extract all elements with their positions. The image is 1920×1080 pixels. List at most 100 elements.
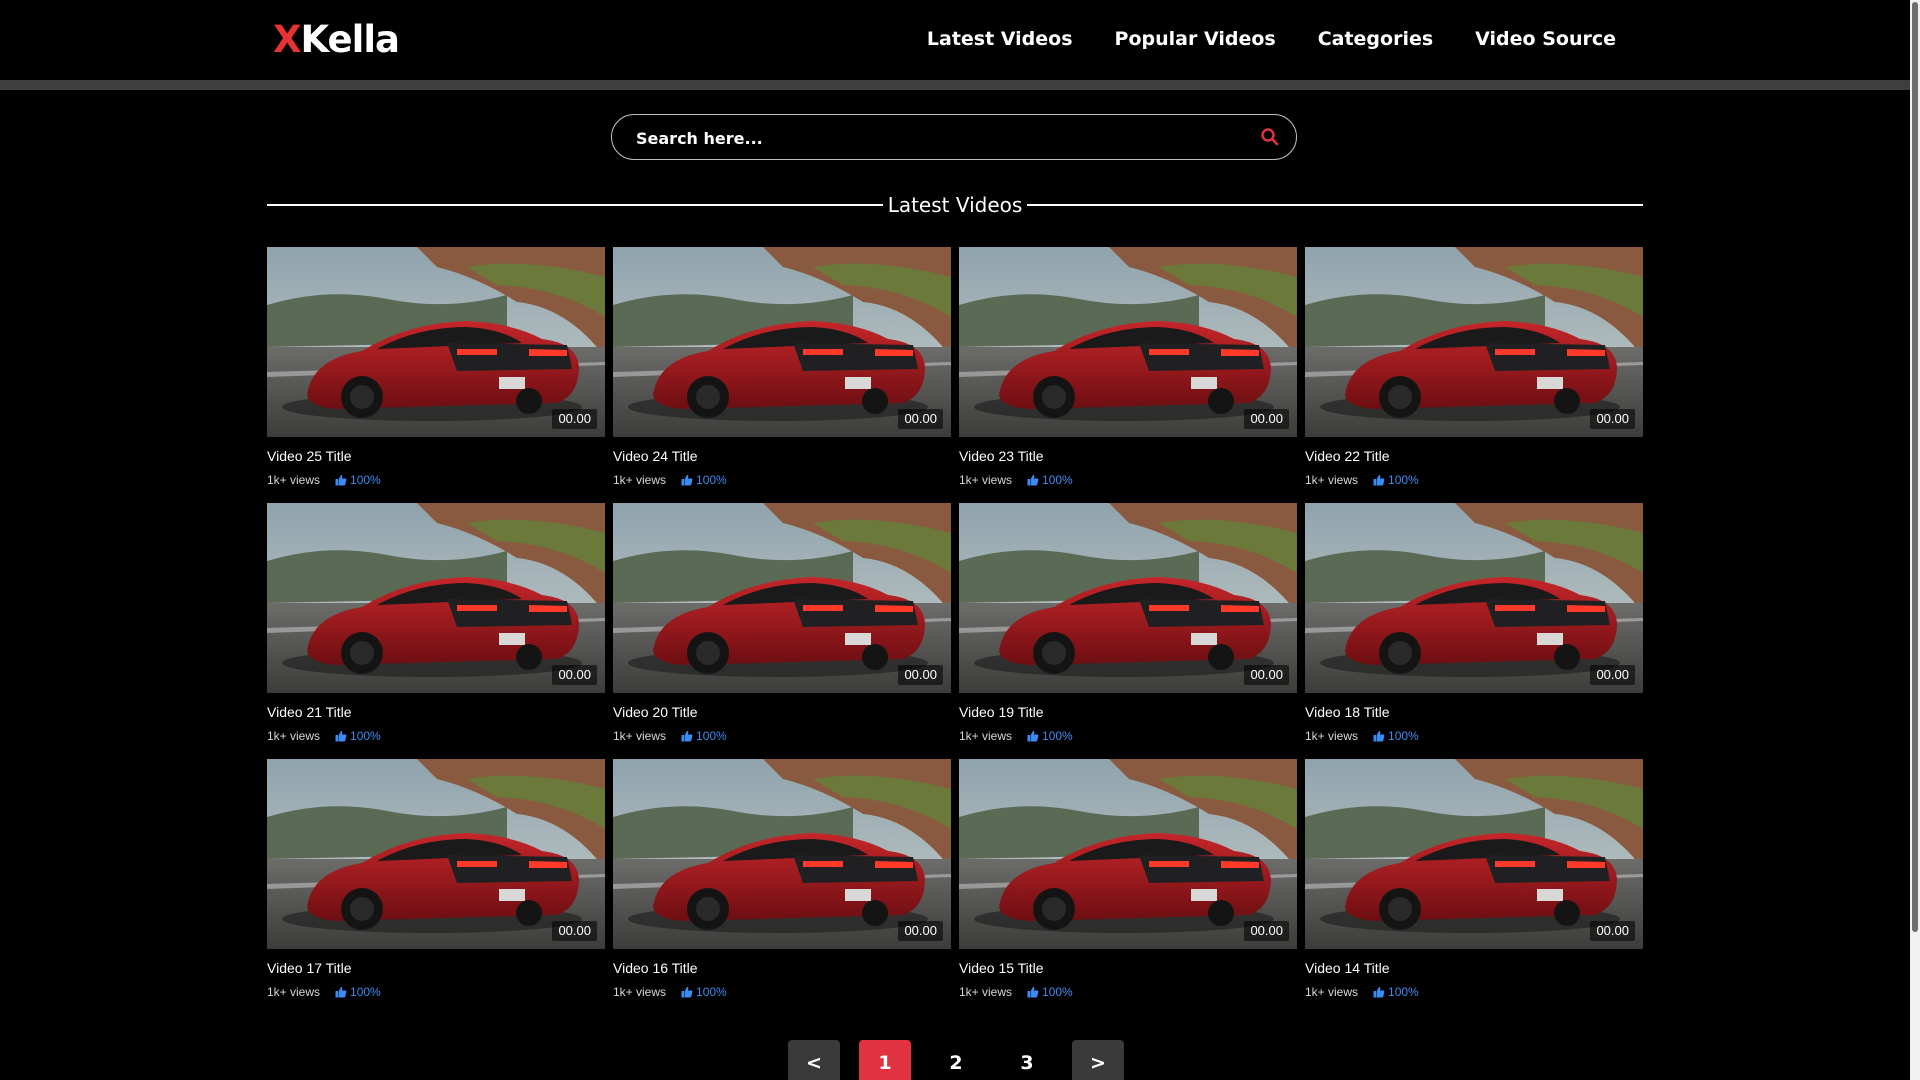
video-views: 1k+ views <box>267 473 321 487</box>
video-duration: 00.00 <box>898 665 943 685</box>
thumbs-up-icon <box>335 986 347 998</box>
video-grid: 00.00 Video 25 Title 1k+ views 100% 00.0… <box>267 247 1643 1015</box>
video-card[interactable]: 00.00 Video 15 Title 1k+ views 100% <box>959 759 1297 1015</box>
video-card[interactable]: 00.00 Video 20 Title 1k+ views 100% <box>613 503 951 759</box>
video-rating: 100% <box>681 473 727 487</box>
video-rating-value: 100% <box>1042 473 1073 487</box>
video-card[interactable]: 00.00 Video 18 Title 1k+ views 100% <box>1305 503 1643 759</box>
video-card[interactable]: 00.00 Video 16 Title 1k+ views 100% <box>613 759 951 1015</box>
video-meta: 1k+ views 100% <box>613 985 951 999</box>
page-button-1[interactable]: 1 <box>859 1040 911 1080</box>
video-meta: 1k+ views 100% <box>613 473 951 487</box>
video-rating: 100% <box>335 473 381 487</box>
video-rating-value: 100% <box>1388 985 1419 999</box>
video-thumbnail[interactable]: 00.00 <box>267 503 605 693</box>
video-rating-value: 100% <box>1042 985 1073 999</box>
header-divider-bar <box>0 80 1910 90</box>
nav-video-source[interactable]: Video Source <box>1475 26 1616 52</box>
video-duration: 00.00 <box>1244 409 1289 429</box>
video-title[interactable]: Video 24 Title <box>613 448 951 465</box>
video-views: 1k+ views <box>959 985 1013 999</box>
video-thumbnail[interactable]: 00.00 <box>267 759 605 949</box>
thumbs-up-icon <box>1027 474 1039 486</box>
video-card[interactable]: 00.00 Video 24 Title 1k+ views 100% <box>613 247 951 503</box>
video-card[interactable]: 00.00 Video 23 Title 1k+ views 100% <box>959 247 1297 503</box>
video-thumbnail[interactable]: 00.00 <box>959 247 1297 437</box>
video-title[interactable]: Video 18 Title <box>1305 704 1643 721</box>
video-title[interactable]: Video 23 Title <box>959 448 1297 465</box>
scrollbar-thumb[interactable] <box>1912 2 1918 932</box>
thumbs-up-icon <box>1373 986 1385 998</box>
video-rating: 100% <box>681 729 727 743</box>
video-rating-value: 100% <box>696 729 727 743</box>
video-card[interactable]: 00.00 Video 21 Title 1k+ views 100% <box>267 503 605 759</box>
search-icon[interactable] <box>1260 127 1280 147</box>
video-duration: 00.00 <box>552 665 597 685</box>
video-rating-value: 100% <box>1388 729 1419 743</box>
video-title[interactable]: Video 25 Title <box>267 448 605 465</box>
video-title[interactable]: Video 22 Title <box>1305 448 1643 465</box>
page-scrollbar[interactable] <box>1910 0 1920 1080</box>
video-card[interactable]: 00.00 Video 22 Title 1k+ views 100% <box>1305 247 1643 503</box>
video-views: 1k+ views <box>1305 729 1359 743</box>
logo-letter-x: X <box>273 18 302 61</box>
video-views: 1k+ views <box>267 729 321 743</box>
nav-latest-videos[interactable]: Latest Videos <box>927 26 1073 52</box>
video-rating-value: 100% <box>350 473 381 487</box>
video-thumbnail[interactable]: 00.00 <box>1305 247 1643 437</box>
video-title[interactable]: Video 15 Title <box>959 960 1297 977</box>
video-rating-value: 100% <box>696 985 727 999</box>
video-title[interactable]: Video 14 Title <box>1305 960 1643 977</box>
video-rating-value: 100% <box>350 985 381 999</box>
site-header: XKella Latest Videos Popular Videos Cate… <box>0 0 1910 80</box>
video-duration: 00.00 <box>1590 409 1635 429</box>
video-title[interactable]: Video 20 Title <box>613 704 951 721</box>
page-button-3[interactable]: 3 <box>1001 1040 1053 1080</box>
video-title[interactable]: Video 21 Title <box>267 704 605 721</box>
video-rating: 100% <box>1027 729 1073 743</box>
video-duration: 00.00 <box>898 409 943 429</box>
search-input[interactable] <box>634 115 1228 161</box>
video-duration: 00.00 <box>1590 665 1635 685</box>
video-card[interactable]: 00.00 Video 17 Title 1k+ views 100% <box>267 759 605 1015</box>
section-title: Latest Videos <box>887 193 1023 217</box>
video-duration: 00.00 <box>1590 921 1635 941</box>
page-button-2[interactable]: 2 <box>930 1040 982 1080</box>
video-thumbnail[interactable]: 00.00 <box>1305 759 1643 949</box>
search-box <box>611 114 1297 161</box>
video-meta: 1k+ views 100% <box>267 473 605 487</box>
video-rating-value: 100% <box>350 729 381 743</box>
video-thumbnail[interactable]: 00.00 <box>613 759 951 949</box>
site-logo[interactable]: XKella <box>273 18 400 62</box>
section-heading: Latest Videos <box>267 190 1643 220</box>
video-thumbnail[interactable]: 00.00 <box>267 247 605 437</box>
nav-popular-videos[interactable]: Popular Videos <box>1115 26 1276 52</box>
video-thumbnail[interactable]: 00.00 <box>959 503 1297 693</box>
video-duration: 00.00 <box>898 921 943 941</box>
nav-categories[interactable]: Categories <box>1318 26 1433 52</box>
page: XKella Latest Videos Popular Videos Cate… <box>0 0 1920 1080</box>
video-thumbnail[interactable]: 00.00 <box>613 247 951 437</box>
next-page-button[interactable]: > <box>1072 1040 1124 1080</box>
heading-line-right <box>1027 204 1643 206</box>
video-duration: 00.00 <box>552 921 597 941</box>
heading-line-left <box>267 204 883 206</box>
video-title[interactable]: Video 17 Title <box>267 960 605 977</box>
video-meta: 1k+ views 100% <box>267 729 605 743</box>
video-rating: 100% <box>1027 985 1073 999</box>
video-thumbnail[interactable]: 00.00 <box>613 503 951 693</box>
video-title[interactable]: Video 16 Title <box>613 960 951 977</box>
thumbs-up-icon <box>1027 730 1039 742</box>
video-meta: 1k+ views 100% <box>1305 985 1643 999</box>
video-duration: 00.00 <box>552 409 597 429</box>
video-thumbnail[interactable]: 00.00 <box>1305 503 1643 693</box>
video-card[interactable]: 00.00 Video 14 Title 1k+ views 100% <box>1305 759 1643 1015</box>
video-card[interactable]: 00.00 Video 19 Title 1k+ views 100% <box>959 503 1297 759</box>
video-title[interactable]: Video 19 Title <box>959 704 1297 721</box>
video-meta: 1k+ views 100% <box>1305 729 1643 743</box>
video-card[interactable]: 00.00 Video 25 Title 1k+ views 100% <box>267 247 605 503</box>
video-rating: 100% <box>1373 985 1419 999</box>
video-thumbnail[interactable]: 00.00 <box>959 759 1297 949</box>
video-meta: 1k+ views 100% <box>267 985 605 999</box>
prev-page-button[interactable]: < <box>788 1040 840 1080</box>
